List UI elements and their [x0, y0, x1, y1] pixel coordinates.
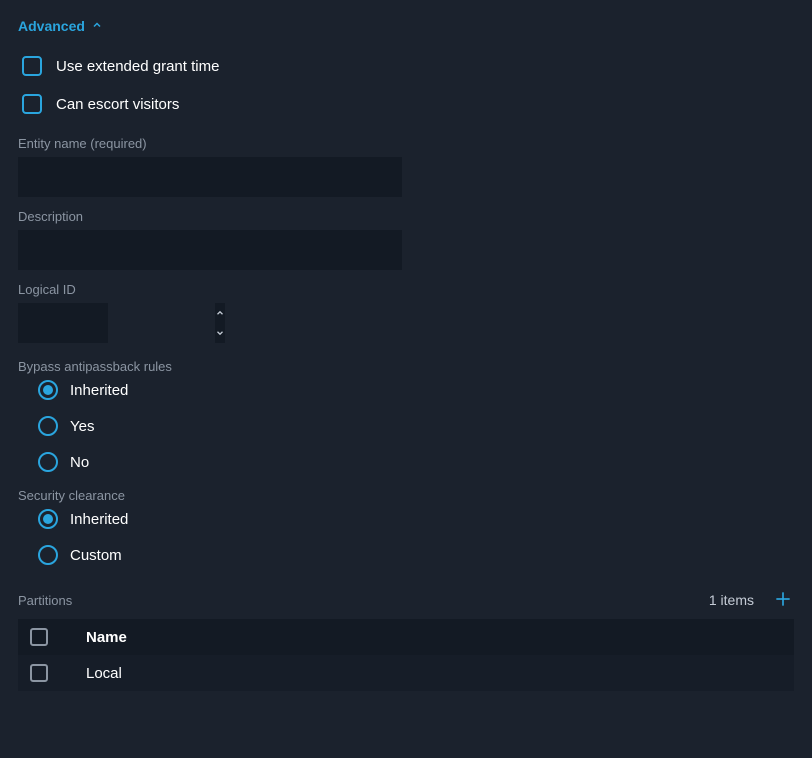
partitions-select-all-checkbox[interactable] — [30, 628, 48, 646]
security-inherited-radio[interactable] — [38, 509, 58, 529]
security-radio-group: Inherited Custom — [18, 509, 794, 565]
extended-grant-label: Use extended grant time — [56, 58, 219, 75]
advanced-section-title: Advanced — [18, 18, 85, 34]
bypass-radio-group: Inherited Yes No — [18, 380, 794, 472]
chevron-down-icon — [215, 326, 225, 341]
entity-name-input[interactable] — [18, 157, 402, 197]
escort-visitors-label: Can escort visitors — [56, 96, 179, 113]
plus-icon — [773, 589, 793, 612]
logical-id-input[interactable] — [18, 303, 215, 343]
partitions-table: Name Local — [18, 619, 794, 691]
partition-row-checkbox[interactable] — [30, 664, 48, 682]
logical-id-step-up[interactable] — [215, 303, 225, 323]
logical-id-stepper — [18, 303, 108, 343]
extended-grant-checkbox[interactable] — [22, 56, 42, 76]
bypass-label: Bypass antipassback rules — [18, 359, 794, 374]
entity-name-label: Entity name (required) — [18, 136, 794, 151]
bypass-yes-label: Yes — [70, 418, 94, 435]
partitions-table-header: Name — [18, 619, 794, 655]
security-inherited-label: Inherited — [70, 511, 128, 528]
partitions-label: Partitions — [18, 593, 72, 608]
escort-visitors-checkbox[interactable] — [22, 94, 42, 114]
logical-id-label: Logical ID — [18, 282, 794, 297]
partitions-column-name: Name — [86, 629, 127, 646]
advanced-section-toggle[interactable]: Advanced — [18, 18, 794, 34]
chevron-up-icon — [91, 18, 103, 34]
security-label: Security clearance — [18, 488, 794, 503]
partitions-items-count: 1 items — [709, 592, 754, 608]
security-custom-label: Custom — [70, 547, 122, 564]
bypass-inherited-radio[interactable] — [38, 380, 58, 400]
description-label: Description — [18, 209, 794, 224]
table-row[interactable]: Local — [18, 655, 794, 691]
bypass-no-radio[interactable] — [38, 452, 58, 472]
partition-row-name: Local — [86, 665, 122, 682]
security-custom-radio[interactable] — [38, 545, 58, 565]
description-input[interactable] — [18, 230, 402, 270]
bypass-inherited-label: Inherited — [70, 382, 128, 399]
add-partition-button[interactable] — [772, 589, 794, 611]
chevron-up-icon — [215, 306, 225, 321]
bypass-no-label: No — [70, 454, 89, 471]
logical-id-step-down[interactable] — [215, 323, 225, 343]
bypass-yes-radio[interactable] — [38, 416, 58, 436]
